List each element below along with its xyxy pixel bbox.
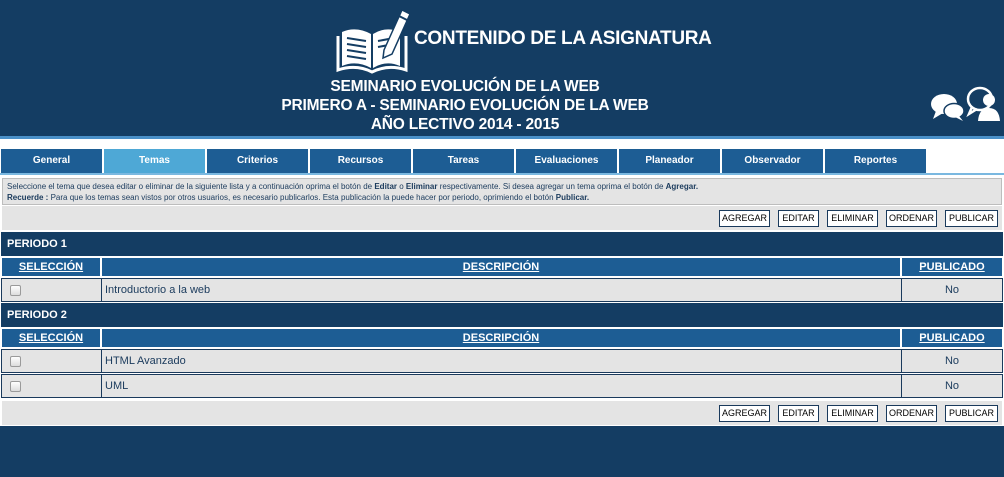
header-divider (0, 136, 1004, 139)
row-publicado: No (901, 349, 1003, 373)
tab-observador[interactable]: Observador (722, 149, 823, 173)
tab-general[interactable]: General (1, 149, 102, 173)
instructions-line-2: Recuerde : Para que los temas sean visto… (7, 193, 590, 202)
row-descripcion: UML (101, 374, 902, 398)
publicar-button[interactable]: PUBLICAR (945, 405, 998, 422)
toolbar-bottom: AGREGAR EDITAR ELIMINAR ORDENAR PUBLICAR (2, 401, 1002, 425)
tab-tareas[interactable]: Tareas (413, 149, 514, 173)
row-descripcion: Introductorio a la web (101, 278, 902, 302)
app-title: CONTENIDO DE LA ASIGNATURA (414, 28, 712, 49)
ordenar-button[interactable]: ORDENAR (886, 405, 937, 422)
page-footer (0, 426, 1004, 477)
col-descripcion[interactable]: DESCRIPCIÓN (101, 257, 901, 277)
row-checkbox[interactable] (10, 381, 21, 392)
tab-recursos[interactable]: Recursos (310, 149, 411, 173)
period-1-header: PERIODO 1 (1, 232, 1003, 256)
row-publicado: No (901, 374, 1003, 398)
col-seleccion[interactable]: SELECCIÓN (1, 257, 101, 277)
col-seleccion[interactable]: SELECCIÓN (1, 328, 101, 348)
ordenar-button[interactable]: ORDENAR (886, 210, 937, 227)
course-group: PRIMERO A - SEMINARIO EVOLUCIÓN DE LA WE… (281, 97, 649, 114)
agregar-button[interactable]: AGREGAR (719, 405, 770, 422)
row-select-cell (1, 278, 102, 302)
publicar-button[interactable]: PUBLICAR (945, 210, 998, 227)
period-2-header: PERIODO 2 (1, 303, 1003, 327)
book-pencil-icon (336, 8, 410, 74)
header-icons (930, 86, 1002, 126)
col-descripcion[interactable]: DESCRIPCIÓN (101, 328, 901, 348)
row-descripcion: HTML Avanzado (101, 349, 902, 373)
row-checkbox[interactable] (10, 285, 21, 296)
tab-reportes[interactable]: Reportes (825, 149, 926, 173)
tabs-divider (0, 173, 1004, 175)
instructions-line-1: Seleccione el tema que desea editar o el… (7, 182, 699, 191)
school-year: AÑO LECTIVO 2014 - 2015 (370, 116, 560, 133)
toolbar-top: AGREGAR EDITAR ELIMINAR ORDENAR PUBLICAR (2, 206, 1002, 230)
eliminar-button[interactable]: ELIMINAR (827, 210, 878, 227)
row-checkbox[interactable] (10, 356, 21, 367)
course-name: SEMINARIO EVOLUCIÓN DE LA WEB (330, 78, 600, 95)
agregar-button[interactable]: AGREGAR (719, 210, 770, 227)
tab-planeador[interactable]: Planeador (619, 149, 720, 173)
tab-evaluaciones[interactable]: Evaluaciones (516, 149, 617, 173)
chat-bubbles-icon[interactable] (930, 92, 966, 122)
page-header: CONTENIDO DE LA ASIGNATURA SEMINARIO EVO… (0, 0, 1004, 136)
row-select-cell (1, 374, 102, 398)
eliminar-button[interactable]: ELIMINAR (827, 405, 878, 422)
tab-bar: General Temas Criterios Recursos Tareas … (0, 149, 1004, 173)
row-select-cell (1, 349, 102, 373)
col-publicado[interactable]: PUBLICADO (901, 328, 1003, 348)
col-publicado[interactable]: PUBLICADO (901, 257, 1003, 277)
tab-temas[interactable]: Temas (104, 149, 205, 173)
tab-criterios[interactable]: Criterios (207, 149, 308, 173)
editar-button[interactable]: EDITAR (778, 210, 819, 227)
user-bubble-icon[interactable] (966, 86, 1002, 122)
editar-button[interactable]: EDITAR (778, 405, 819, 422)
row-publicado: No (901, 278, 1003, 302)
instructions-panel: Seleccione el tema que desea editar o el… (2, 178, 1002, 205)
course-info: SEMINARIO EVOLUCIÓN DE LA WEB PRIMERO A … (0, 77, 930, 134)
